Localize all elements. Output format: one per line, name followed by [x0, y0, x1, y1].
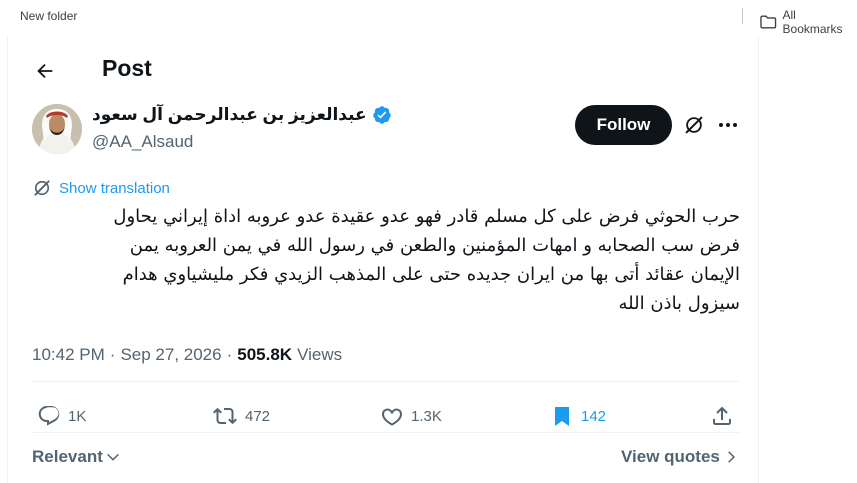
post-date[interactable]: Sep 27, 2026: [120, 345, 221, 365]
tweet-text: حرب الحوثي فرض على كل مسلم قادر فهو عدو …: [32, 202, 740, 318]
more-options-button[interactable]: [713, 112, 743, 138]
reply-count: 1K: [68, 407, 87, 425]
views-count: 505.8K: [237, 345, 293, 364]
heart-icon: [381, 408, 403, 426]
bookmark-new-folder-label: New folder: [20, 9, 78, 23]
avatar-image: [32, 104, 82, 154]
translate-icon: [34, 180, 50, 196]
views-label: Views: [297, 345, 343, 364]
share-icon: [713, 406, 731, 425]
bookmark-count: 142: [581, 407, 607, 425]
chevron-right-icon: [728, 451, 735, 463]
share-button[interactable]: [710, 404, 734, 428]
post-meta: 10:42 PM · Sep 27, 2026 · 505.8K Views: [32, 345, 342, 365]
like-button[interactable]: 1.3K: [380, 404, 442, 428]
show-translation-link[interactable]: Show translation: [32, 178, 170, 198]
back-button[interactable]: [28, 54, 62, 88]
author-name-row[interactable]: عبدالعزيز بن عبدالرحمن آل سعود: [92, 105, 392, 125]
grok-icon: [685, 116, 703, 134]
view-quotes-link[interactable]: View quotes: [621, 447, 738, 467]
follow-button[interactable]: Follow: [575, 105, 672, 145]
show-translation-label: Show translation: [59, 179, 170, 197]
bookmark-all-bookmarks[interactable]: All Bookmarks: [760, 8, 857, 36]
more-dots-icon: [719, 123, 737, 127]
folder-icon: [760, 15, 777, 29]
meta-separator: ·: [226, 345, 233, 364]
bookmarks-separator: [742, 8, 743, 24]
tweet-text-line: فرض سب الصحابه و امهات المؤمنين والطعن ف…: [129, 235, 740, 256]
verified-badge-icon: [372, 106, 391, 124]
view-quotes-label: View quotes: [621, 447, 720, 466]
post-header: Post: [8, 36, 760, 104]
reply-sort-label: Relevant: [32, 447, 103, 466]
post-column: Post عبدالعزيز بن عبدالرحمن آل سعود @AA_…: [7, 36, 759, 483]
bookmark-all-bookmarks-label: All Bookmarks: [782, 8, 843, 36]
author-name[interactable]: عبدالعزيز بن عبدالرحمن آل سعود: [92, 105, 367, 125]
grok-button[interactable]: [681, 112, 707, 138]
post-time[interactable]: 10:42 PM: [32, 345, 105, 365]
repost-icon: [213, 407, 237, 425]
meta-separator: ·: [109, 345, 116, 364]
divider: [32, 432, 740, 433]
post-actions: 1K 472 1.3K 142: [32, 394, 740, 442]
reply-button[interactable]: 1K: [37, 404, 86, 428]
bookmarks-bar: New folder All Bookmarks: [0, 0, 857, 36]
tweet-text-line: الإيمان عقائد أتى بها من ايران جديده حتى…: [122, 264, 740, 285]
bookmark-filled-icon: [555, 407, 569, 426]
chevron-down-icon: [107, 453, 119, 461]
repost-button[interactable]: 472: [212, 404, 270, 428]
author-handle[interactable]: @AA_Alsaud: [92, 132, 193, 152]
tweet-text-line: سيزول باذن الله: [618, 293, 740, 314]
reply-sort-dropdown[interactable]: Relevant: [32, 447, 121, 467]
divider: [32, 381, 740, 382]
avatar[interactable]: [32, 104, 82, 154]
repost-count: 472: [245, 407, 271, 425]
reply-icon: [38, 406, 60, 426]
tweet-text-line: حرب الحوثي فرض على كل مسلم قادر فهو عدو …: [113, 206, 740, 227]
bookmark-button[interactable]: 142: [550, 404, 606, 428]
page-title: Post: [102, 55, 152, 81]
bookmark-new-folder[interactable]: New folder: [0, 8, 77, 24]
arrow-left-icon: [37, 63, 53, 79]
like-count: 1.3K: [411, 407, 442, 425]
